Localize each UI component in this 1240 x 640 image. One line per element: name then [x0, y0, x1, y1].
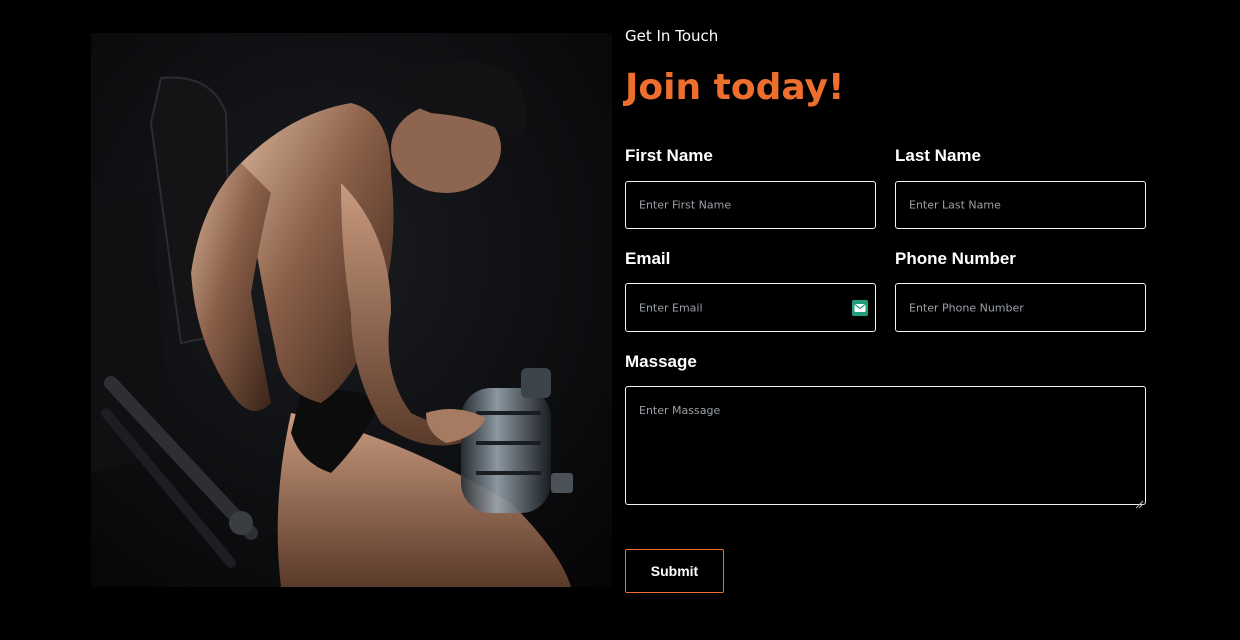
message-label: Massage [625, 352, 697, 371]
mail-icon[interactable] [852, 299, 868, 316]
first-name-placeholder: Enter First Name [639, 198, 732, 212]
last-name-placeholder: Enter Last Name [909, 198, 1001, 212]
phone-field[interactable]: Enter Phone Number [895, 283, 1146, 332]
last-name-field[interactable]: Enter Last Name [895, 181, 1146, 229]
phone-placeholder: Enter Phone Number [909, 301, 1024, 314]
section-eyebrow: Get In Touch [625, 27, 719, 45]
submit-button[interactable]: Submit [625, 549, 724, 593]
first-name-label: First Name [625, 146, 713, 165]
resize-grip-icon[interactable] [1135, 494, 1144, 509]
page-title: Join today! [625, 67, 845, 108]
email-field[interactable]: Enter Email [625, 283, 876, 332]
message-textarea[interactable]: Enter Massage [625, 386, 1146, 509]
last-name-label: Last Name [895, 146, 981, 165]
email-placeholder: Enter Email [639, 301, 703, 314]
email-label: Email [625, 249, 671, 268]
hero-photo [91, 33, 612, 587]
first-name-field[interactable]: Enter First Name [625, 181, 876, 229]
phone-label: Phone Number [895, 249, 1016, 268]
message-placeholder: Enter Massage [639, 404, 721, 417]
bodybuilder-photo-illustration [91, 33, 612, 587]
contact-form: Get In Touch Join today! First Name Ente… [625, 0, 1146, 640]
